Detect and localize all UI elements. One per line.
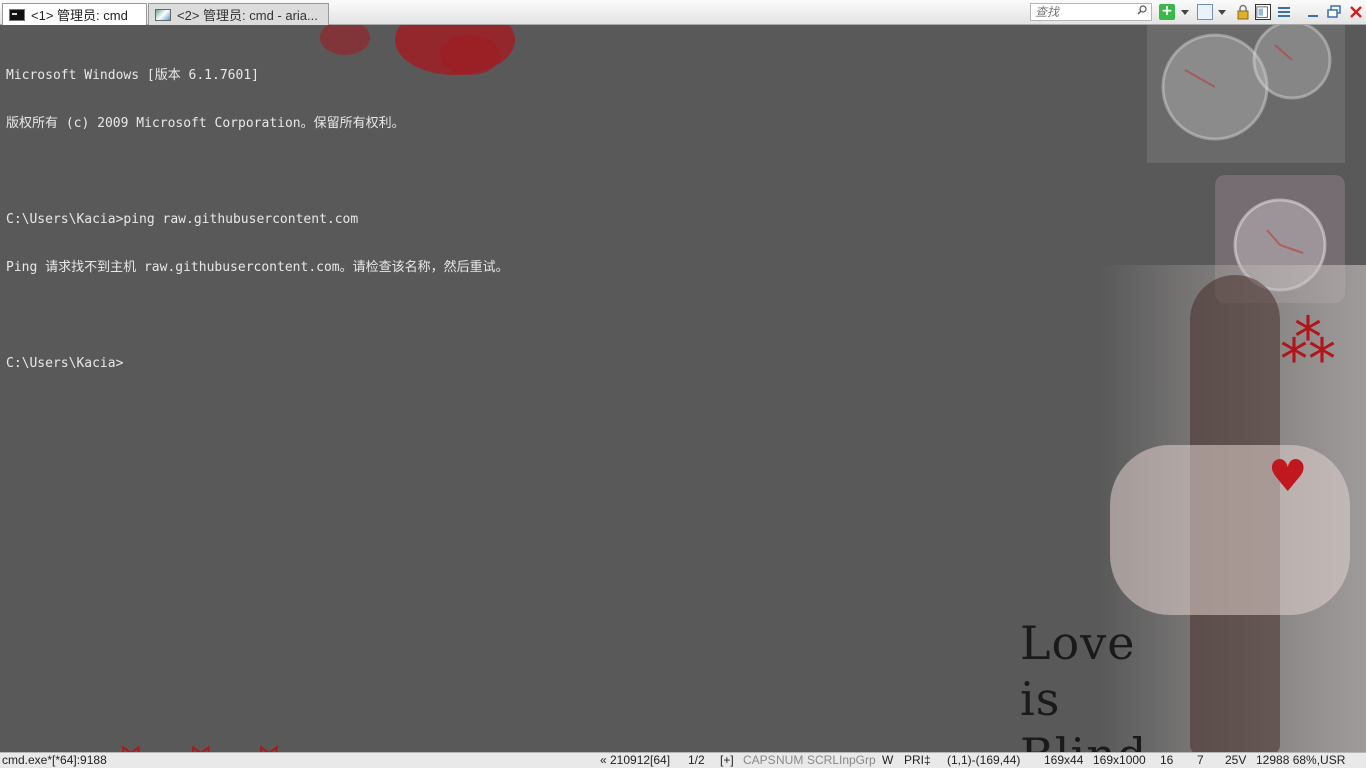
chevron-down-icon [1218,10,1226,15]
wallpaper-hand [1110,445,1350,615]
tab-cmd-1[interactable]: <1> 管理员: cmd [2,3,147,25]
minimize-icon [1308,15,1318,17]
terminal-line: Ping 请求找不到主机 raw.githubusercontent.com。请… [6,260,509,275]
wallpaper-text-line: Blind [1020,727,1147,752]
gauge-icon [1161,25,1332,141]
wallpaper-text: Love is Blind [1020,615,1147,752]
tab-label: <1> 管理员: cmd [31,8,128,23]
menu-icon [1278,7,1290,17]
window-list-button[interactable] [1197,4,1213,20]
status-inpgrp[interactable]: InpGrp [839,753,876,768]
restore-icon [1327,5,1341,18]
lock-icon [1237,4,1249,20]
terminal-line: 版权所有 (c) 2009 Microsoft Corporation。保留所有… [6,116,405,131]
status-pid-info[interactable]: 12988 68%,USR [1256,753,1345,768]
heart-icon: ♥ [1268,451,1308,502]
wallpaper-text-line: Love [1020,616,1136,670]
status-window-size[interactable]: 169x44 [1044,753,1083,768]
chevron-down-icon [1181,10,1189,15]
status-cursor-type[interactable]: 25V [1225,753,1246,768]
status-selection[interactable]: (1,1)-(169,44) [947,753,1020,768]
restore-button[interactable] [1326,4,1342,20]
menu-button[interactable] [1276,4,1292,20]
close-icon [1350,6,1362,18]
terminal-line: Microsoft Windows [版本 6.1.7601] [6,68,259,83]
tab-cmd-aria-2[interactable]: <2> 管理员: cmd - aria... [148,3,329,25]
status-process[interactable]: cmd.exe*[*64]:9188 [2,753,107,768]
status-priority[interactable]: PRI‡ [904,753,931,768]
window-list-dropdown[interactable] [1217,4,1227,20]
search-input[interactable] [1031,4,1139,20]
wallpaper-text-line: is [1020,672,1061,726]
status-num[interactable]: NUM [776,753,803,768]
status-cursor-height[interactable]: 16 [1160,753,1173,768]
aria-icon [155,8,171,21]
status-cursor-pos[interactable]: 7 [1197,753,1204,768]
split-icon [1256,6,1268,18]
bow-decoration: ⋈ [190,743,212,753]
terminal-prompt[interactable]: C:\Users\Kacia> [6,356,509,372]
status-scrl[interactable]: SCRL [807,753,839,768]
bow-decoration: ⋈ [120,743,142,753]
status-console-index[interactable]: 1/2 [688,753,705,768]
lock-button[interactable] [1235,4,1251,20]
cmd-icon [9,8,25,21]
split-view-button[interactable] [1255,4,1271,20]
close-button[interactable] [1348,4,1364,20]
status-w[interactable]: W [882,753,893,768]
status-new-console[interactable]: [+] [720,753,734,768]
status-bar: cmd.exe*[*64]:9188 « 210912[64] 1/2 [+] … [0,752,1366,768]
terminal-line: C:\Users\Kacia>ping raw.githubuserconten… [6,212,359,227]
search-icon [1137,5,1147,15]
status-buffer-size[interactable]: 169x1000 [1093,753,1146,768]
bow-decoration: ⁂ [1280,310,1336,375]
new-console-dropdown[interactable] [1180,4,1190,20]
new-console-button[interactable]: + [1159,4,1175,20]
tab-bar: <1> 管理员: cmd <2> 管理员: cmd - aria... + [0,0,1366,25]
clock-gadget-decoration [1147,25,1345,163]
bow-decoration: ⋈ [258,743,280,753]
console-area[interactable]: ⁂ ♥ ⋈ ⋈ ⋈ Love is Blind Microsoft Window… [0,25,1366,752]
terminal-output[interactable]: Microsoft Windows [版本 6.1.7601] 版权所有 (c)… [6,36,509,404]
search-box[interactable] [1030,3,1152,21]
tab-label: <2> 管理员: cmd - aria... [177,8,318,23]
minimize-button[interactable] [1305,4,1321,20]
status-caps[interactable]: CAPS [743,753,776,768]
status-build[interactable]: « 210912[64] [600,753,670,768]
